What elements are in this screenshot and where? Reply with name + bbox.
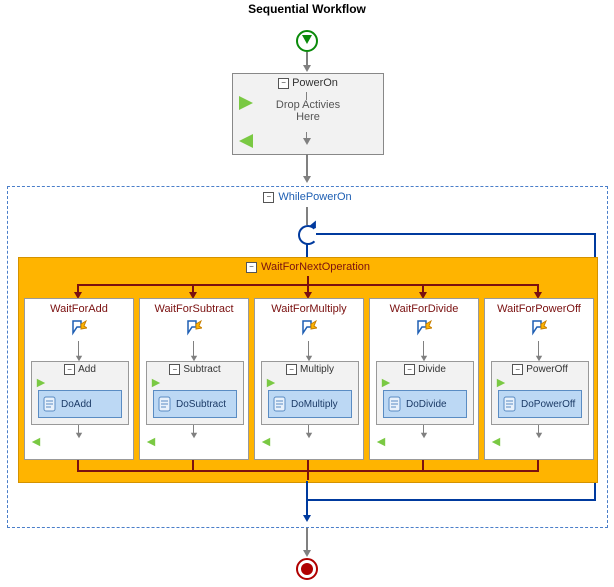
inner-label: Divide [418, 364, 446, 375]
branch-waitforadd[interactable]: WaitForAdd −Add DoAdd [24, 298, 134, 460]
code-icon [43, 396, 57, 412]
collapse-icon[interactable]: − [286, 364, 297, 375]
collapse-icon[interactable]: − [278, 78, 289, 89]
branch-label: WaitForMultiply [255, 299, 363, 315]
connector [306, 528, 308, 552]
end-node[interactable] [296, 558, 318, 580]
poweron-activity[interactable]: − PowerOn Drop ActiviesHere [232, 73, 384, 155]
inner-label: Multiply [300, 364, 334, 375]
event-icon [416, 319, 432, 337]
inner-label: PowerOff [526, 364, 568, 375]
branch-waitforsubtract[interactable]: WaitForSubtract −Subtract DoSubtract [139, 298, 249, 460]
while-activity[interactable]: − WhilePowerOn − WaitForNextOperation Wa… [7, 186, 608, 528]
branch-label: WaitForPowerOff [485, 299, 593, 315]
code-icon [388, 396, 402, 412]
drop-zone-label: Drop ActiviesHere [233, 99, 383, 123]
code-icon [503, 396, 517, 412]
connector [306, 154, 308, 178]
inner-label: Add [78, 364, 96, 375]
poweron-header: − PowerOn [233, 74, 383, 89]
collapse-icon[interactable]: − [512, 364, 523, 375]
arrow-down-icon [303, 65, 311, 72]
workflow-canvas: Sequential Workflow − PowerOn Drop Activ… [0, 0, 614, 587]
while-label: WhilePowerOn [278, 191, 351, 203]
dopoweroff-code[interactable]: DoPowerOff [498, 390, 582, 418]
collapse-icon[interactable]: − [263, 192, 274, 203]
parallel-activity[interactable]: − WaitForNextOperation WaitForAdd −Add [18, 257, 598, 483]
collapse-icon[interactable]: − [64, 364, 75, 375]
start-node[interactable] [296, 30, 318, 52]
event-icon [531, 319, 547, 337]
event-icon [71, 319, 87, 337]
event-icon [186, 319, 202, 337]
inner-label: Subtract [183, 364, 220, 375]
while-header: − WhilePowerOn [8, 187, 607, 203]
dodivide-code[interactable]: DoDivide [383, 390, 467, 418]
parallel-label: WaitForNextOperation [261, 261, 370, 273]
code-label: DoDivide [406, 399, 447, 410]
arrow-down-icon [303, 550, 311, 557]
parallel-header: − WaitForNextOperation [19, 258, 597, 273]
dosubtract-code[interactable]: DoSubtract [153, 390, 237, 418]
collapse-icon[interactable]: − [169, 364, 180, 375]
branch-label: WaitForSubtract [140, 299, 248, 315]
code-icon [158, 396, 172, 412]
workflow-title: Sequential Workflow [0, 2, 614, 16]
poweron-label: PowerOn [292, 77, 338, 89]
green-arrow-right-icon [239, 96, 253, 113]
event-icon [301, 319, 317, 337]
branch-label: WaitForDivide [370, 299, 478, 315]
code-label: DoMultiply [291, 399, 338, 410]
green-arrow-left-icon [239, 134, 253, 151]
doadd-code[interactable]: DoAdd [38, 390, 122, 418]
multiply-activity[interactable]: −Multiply DoMultiply [261, 361, 359, 425]
add-activity[interactable]: −Add DoAdd [31, 361, 129, 425]
subtract-activity[interactable]: −Subtract DoSubtract [146, 361, 244, 425]
domultiply-code[interactable]: DoMultiply [268, 390, 352, 418]
branch-waitformultiply[interactable]: WaitForMultiply −Multiply DoMultiply [254, 298, 364, 460]
collapse-icon[interactable]: − [404, 364, 415, 375]
branch-label: WaitForAdd [25, 299, 133, 315]
code-label: DoPowerOff [521, 399, 575, 410]
code-icon [273, 396, 287, 412]
code-label: DoSubtract [176, 399, 226, 410]
divide-activity[interactable]: −Divide DoDivide [376, 361, 474, 425]
collapse-icon[interactable]: − [246, 262, 257, 273]
branch-waitforpoweroff[interactable]: WaitForPowerOff −PowerOff DoPowerOff [484, 298, 594, 460]
poweroff-activity[interactable]: −PowerOff DoPowerOff [491, 361, 589, 425]
code-label: DoAdd [61, 399, 92, 410]
arrow-down-icon [303, 176, 311, 183]
branch-waitfordivide[interactable]: WaitForDivide −Divide DoDivide [369, 298, 479, 460]
